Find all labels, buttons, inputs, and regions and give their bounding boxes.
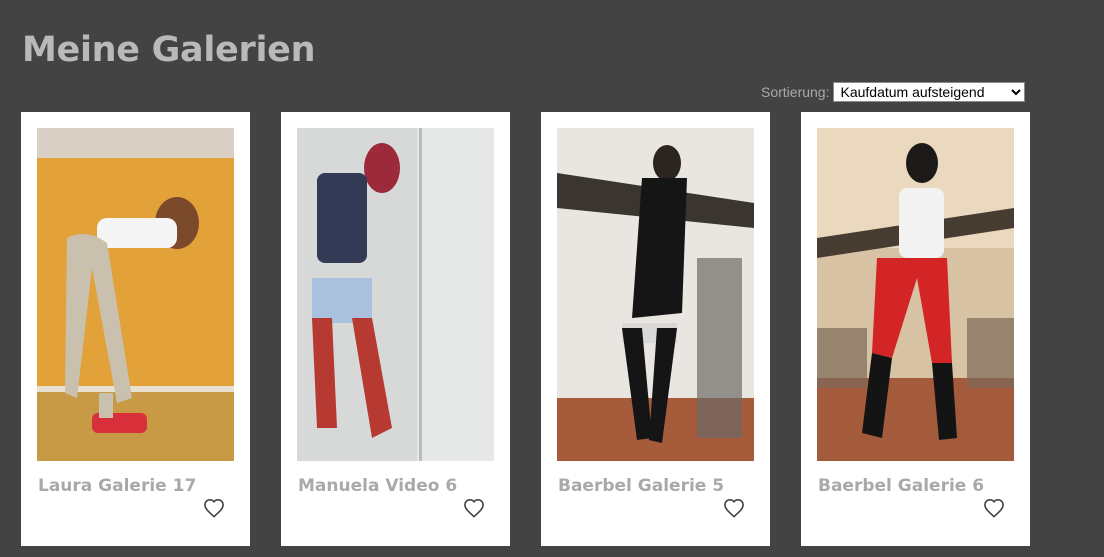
heart-outline-icon — [983, 498, 1005, 522]
gallery-thumbnail[interactable] — [37, 128, 234, 461]
page-title: Meine Galerien — [22, 30, 316, 70]
heart-outline-icon — [463, 498, 485, 522]
sort-label: Sortierung: — [761, 83, 830, 100]
gallery-title[interactable]: Baerbel Galerie 6 — [818, 476, 984, 496]
gallery-card[interactable]: Manuela Video 6 — [281, 112, 510, 546]
heart-outline-icon — [203, 498, 225, 522]
gallery-title[interactable]: Baerbel Galerie 5 — [558, 476, 724, 496]
gallery-thumbnail[interactable] — [297, 128, 494, 461]
favorite-button[interactable] — [974, 490, 1014, 530]
gallery-title[interactable]: Manuela Video 6 — [298, 476, 457, 496]
favorite-button[interactable] — [454, 490, 494, 530]
gallery-card[interactable]: Baerbel Galerie 6 — [801, 112, 1030, 546]
favorite-button[interactable] — [194, 490, 234, 530]
gallery-card[interactable]: Baerbel Galerie 5 — [541, 112, 770, 546]
gallery-thumbnail[interactable] — [817, 128, 1014, 461]
sort-select[interactable]: Kaufdatum aufsteigend — [833, 81, 1026, 102]
gallery-thumbnail[interactable] — [557, 128, 754, 461]
gallery-card[interactable]: Laura Galerie 17 — [21, 112, 250, 546]
gallery-title[interactable]: Laura Galerie 17 — [38, 476, 196, 496]
heart-outline-icon — [723, 498, 745, 522]
sort-bar: Sortierung: Kaufdatum aufsteigend — [761, 81, 1026, 102]
favorite-button[interactable] — [714, 490, 754, 530]
